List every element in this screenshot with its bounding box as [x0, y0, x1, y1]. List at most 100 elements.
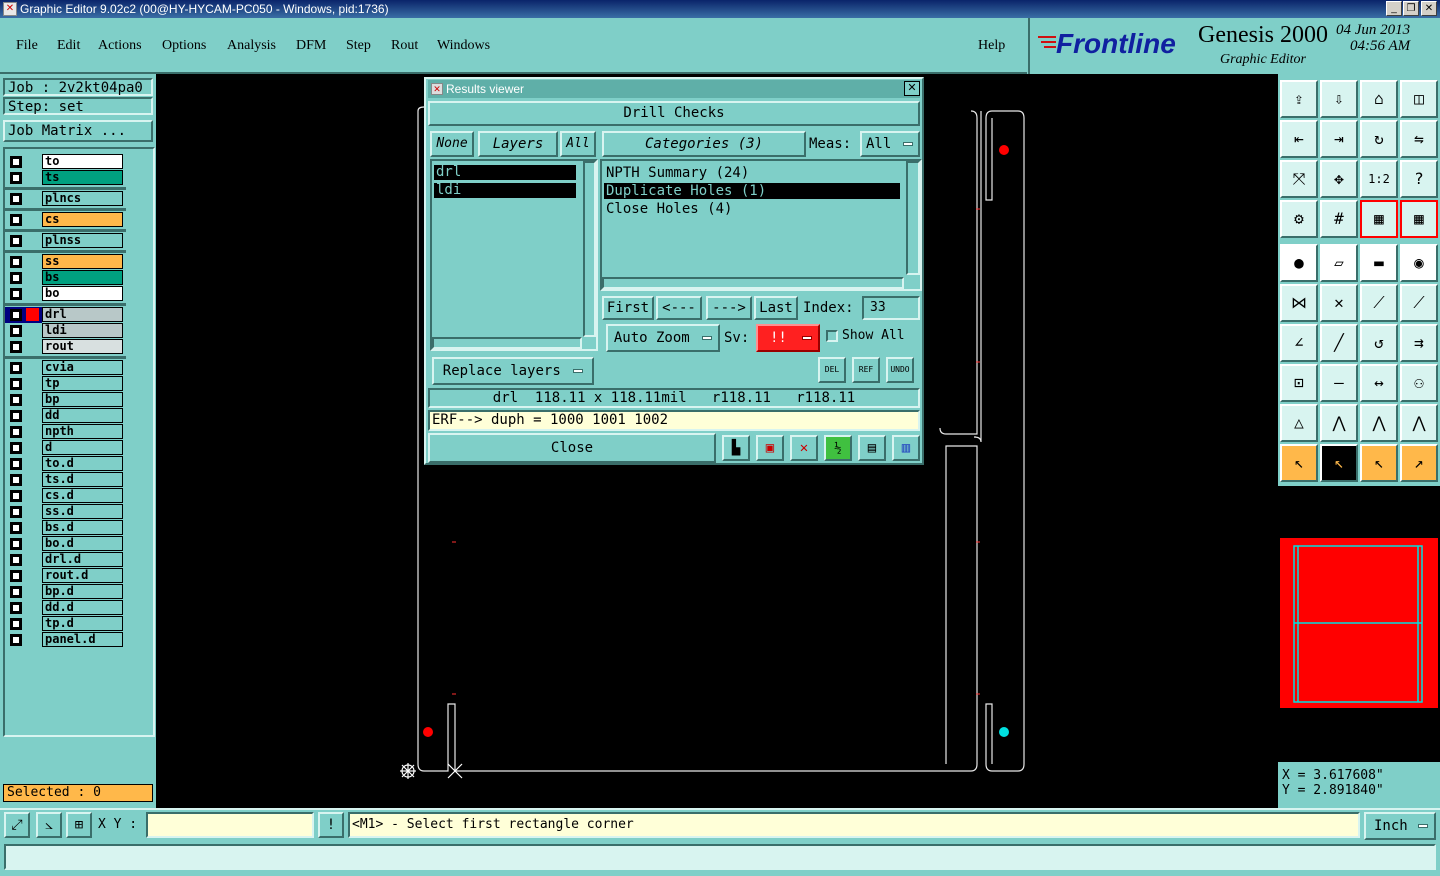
- undo-button[interactable]: UNDO: [886, 357, 914, 383]
- layer-checkbox[interactable]: [10, 172, 22, 184]
- ruler-icon[interactable]: ▬: [1360, 244, 1398, 282]
- arc-icon[interactable]: ↺: [1360, 324, 1398, 362]
- route-icon[interactable]: ⇉: [1400, 324, 1438, 362]
- layer-checkbox[interactable]: [10, 309, 22, 321]
- show-all-checkbox[interactable]: [826, 330, 838, 342]
- delete-results-icon[interactable]: ✕: [790, 435, 818, 461]
- layer-checkbox[interactable]: [10, 410, 22, 422]
- layers-color-icon[interactable]: ▦: [1360, 200, 1398, 238]
- ref-button[interactable]: REF: [852, 357, 880, 383]
- help-icon[interactable]: ?: [1400, 160, 1438, 198]
- snap-center-icon[interactable]: ✕: [1320, 284, 1358, 322]
- layer-row[interactable]: ss: [5, 254, 126, 270]
- layers-filter-icon[interactable]: ▦: [1400, 200, 1438, 238]
- grid-snap-icon[interactable]: ⊞: [66, 812, 92, 838]
- triangle-peak-icon[interactable]: ⋀: [1320, 404, 1358, 442]
- settings-icon[interactable]: ⚙: [1280, 200, 1318, 238]
- overview-map[interactable]: [1278, 536, 1440, 710]
- notes-icon[interactable]: ▤: [858, 435, 886, 461]
- category-item-selected[interactable]: Duplicate Holes (1): [604, 183, 900, 199]
- layer-row[interactable]: npth: [5, 424, 126, 440]
- save-icon[interactable]: ⇩: [1320, 80, 1358, 118]
- layer-row[interactable]: plnss: [5, 233, 126, 249]
- layer-checkbox[interactable]: [10, 506, 22, 518]
- compare-icon[interactable]: ½: [824, 435, 852, 461]
- none-button[interactable]: None: [430, 131, 474, 157]
- layer-row[interactable]: to.d: [5, 456, 126, 472]
- maximize-button[interactable]: ❐: [1403, 1, 1419, 16]
- pointer-icon[interactable]: ↖: [1280, 444, 1318, 482]
- layer-checkbox[interactable]: [10, 442, 22, 454]
- close-button[interactable]: Close: [428, 433, 716, 463]
- layer-checkbox[interactable]: [10, 538, 22, 550]
- layer-checkbox[interactable]: [10, 458, 22, 470]
- categories-vscroll[interactable]: [906, 161, 920, 275]
- command-line[interactable]: [4, 844, 1436, 870]
- line-edit-icon[interactable]: ⟋: [1360, 284, 1398, 322]
- prev-button[interactable]: <---: [656, 296, 702, 320]
- layer-checkbox[interactable]: [10, 522, 22, 534]
- layer-checkbox[interactable]: [10, 394, 22, 406]
- zoom-fit-icon[interactable]: ⤧: [1280, 160, 1318, 198]
- result-layer-item[interactable]: ldi: [434, 183, 576, 198]
- layer-checkbox[interactable]: [10, 325, 22, 337]
- report-icon[interactable]: ▙: [722, 435, 750, 461]
- angle-icon[interactable]: ∠: [1280, 324, 1318, 362]
- layer-row[interactable]: cs: [5, 212, 126, 228]
- snap-icon[interactable]: ⤢: [4, 812, 30, 838]
- last-button[interactable]: Last: [754, 296, 798, 320]
- layer-row[interactable]: drl: [5, 307, 123, 323]
- horizontal-line-icon[interactable]: —: [1320, 364, 1358, 402]
- pointer-connect-icon[interactable]: ↗: [1400, 444, 1438, 482]
- menu-file[interactable]: File: [16, 38, 38, 54]
- layer-row[interactable]: d: [5, 440, 126, 456]
- layer-checkbox[interactable]: [10, 156, 22, 168]
- result-layer-item[interactable]: drl: [434, 165, 576, 180]
- replace-layers-button[interactable]: Replace layers: [432, 357, 594, 385]
- xy-input[interactable]: [146, 812, 314, 838]
- layer-row[interactable]: panel.d: [5, 632, 126, 648]
- layer-list-hscroll[interactable]: [432, 337, 582, 349]
- category-item[interactable]: Close Holes (4): [604, 201, 900, 217]
- layer-checkbox[interactable]: [10, 378, 22, 390]
- del-button[interactable]: DEL: [818, 357, 846, 383]
- layer-checkbox[interactable]: [10, 602, 22, 614]
- layer-row[interactable]: bo.d: [5, 536, 126, 552]
- mirror-icon[interactable]: ⇋: [1400, 120, 1438, 158]
- pointer-box-icon[interactable]: ↖: [1320, 444, 1358, 482]
- layer-row[interactable]: bo: [5, 286, 126, 302]
- save-icon[interactable]: ▣: [756, 435, 784, 461]
- angle-snap-icon[interactable]: ⦣: [36, 812, 62, 838]
- severity-dropdown[interactable]: !!: [756, 324, 820, 352]
- layer-checkbox[interactable]: [10, 288, 22, 300]
- layer-row[interactable]: ts: [5, 170, 126, 186]
- menu-step[interactable]: Step: [346, 38, 371, 54]
- category-item[interactable]: NPTH Summary (24): [604, 165, 900, 181]
- layer-row[interactable]: drl.d: [5, 552, 126, 568]
- layer-row[interactable]: bp.d: [5, 584, 126, 600]
- layer-row[interactable]: bp: [5, 392, 126, 408]
- node-edit-icon[interactable]: ⋈: [1280, 284, 1318, 322]
- info-icon[interactable]: !: [318, 812, 344, 838]
- menu-rout[interactable]: Rout: [391, 38, 418, 54]
- layer-row[interactable]: rout: [5, 339, 126, 355]
- layer-checkbox[interactable]: [10, 362, 22, 374]
- layer-checkbox[interactable]: [10, 214, 22, 226]
- layer-row[interactable]: tp.d: [5, 616, 126, 632]
- layer-checkbox[interactable]: [10, 570, 22, 582]
- histogram-icon[interactable]: ▥: [892, 435, 920, 461]
- menu-edit[interactable]: Edit: [57, 38, 80, 54]
- zoom-center-icon[interactable]: ✥: [1320, 160, 1358, 198]
- categories-list[interactable]: NPTH Summary (24) Duplicate Holes (1) Cl…: [600, 159, 922, 291]
- redo-icon[interactable]: ⇥: [1320, 120, 1358, 158]
- menu-help[interactable]: Help: [978, 38, 1005, 54]
- layer-checkbox[interactable]: [10, 235, 22, 247]
- layer-row[interactable]: dd: [5, 408, 126, 424]
- layer-checkbox[interactable]: [10, 272, 22, 284]
- close-window-button[interactable]: ✕: [1421, 1, 1437, 16]
- minimize-button[interactable]: _: [1386, 1, 1402, 16]
- triangle-tool-icon[interactable]: △: [1280, 404, 1318, 442]
- layer-row[interactable]: cvia: [5, 360, 126, 376]
- categories-button[interactable]: Categories (3): [602, 131, 806, 157]
- scale-1-2-icon[interactable]: 1:2: [1360, 160, 1398, 198]
